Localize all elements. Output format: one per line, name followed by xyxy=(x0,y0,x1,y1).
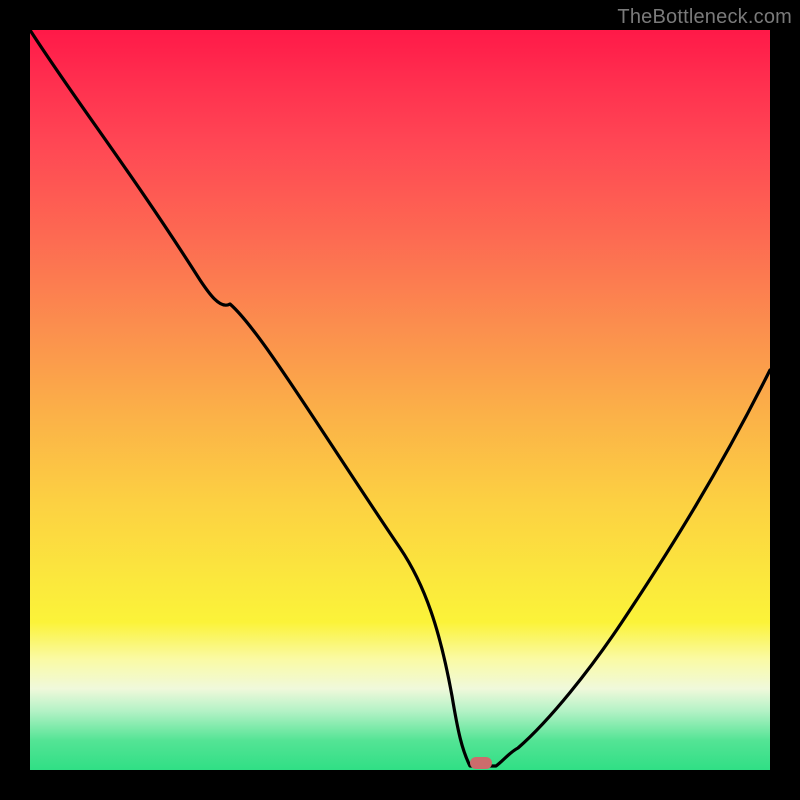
chart-container: TheBottleneck.com xyxy=(0,0,800,800)
chart-overlay xyxy=(30,30,770,770)
bottleneck-curve xyxy=(30,30,770,766)
optimum-marker xyxy=(470,757,492,769)
watermark-text: TheBottleneck.com xyxy=(617,6,792,29)
